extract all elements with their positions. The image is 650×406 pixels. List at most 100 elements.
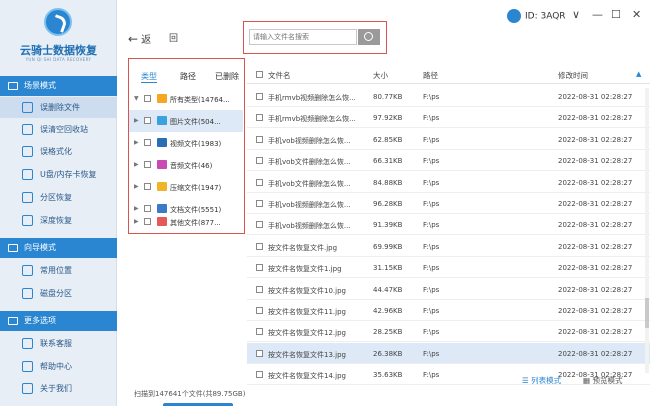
row-checkbox[interactable] xyxy=(256,157,263,165)
table-row[interactable]: 手机vob文件删除怎么恢... 66.31KB F:\ps 2022-08-31 02… xyxy=(247,150,650,172)
sidebar-item-deleted-files[interactable]: 误删除文件 xyxy=(0,97,117,118)
preview-mode-button[interactable]: ▦ 预览模式 xyxy=(583,375,622,386)
expand-icon[interactable]: ▶ xyxy=(134,218,139,225)
row-checkbox[interactable] xyxy=(256,371,263,379)
row-checkbox[interactable] xyxy=(256,285,263,293)
back-button[interactable]: ← 返 xyxy=(128,31,151,46)
tree-item-images[interactable]: ▶ 图片文件(504... xyxy=(129,110,243,132)
expand-icon[interactable]: ▶ xyxy=(134,183,139,190)
back-arrow-icon: ← xyxy=(128,32,139,46)
home-button[interactable]: 回 xyxy=(169,31,178,44)
file-size: 26.38KB xyxy=(373,349,403,358)
row-checkbox[interactable] xyxy=(256,307,263,314)
tree-item-archives[interactable]: ▶ 压缩文件(1947) xyxy=(129,176,243,198)
category-tree: 类型 路径 已删除 ▼ 所有类型(14764... ▶ 图片文件(504... ▶ 视… xyxy=(128,58,245,234)
file-path: F:\ps xyxy=(423,135,440,144)
table-row[interactable]: 按文件名恢复文件.jpg 69.99KB F:\ps 2022-08-31 02:28… xyxy=(247,236,650,257)
checkbox[interactable] xyxy=(144,218,151,225)
sidebar-item-about[interactable]: 关于我们 xyxy=(0,378,117,399)
file-modified-time: 2022-08-31 02:28:27 xyxy=(558,285,633,294)
tab-type[interactable]: 类型 xyxy=(141,71,157,83)
row-checkbox[interactable] xyxy=(256,328,263,336)
checkbox[interactable] xyxy=(144,161,151,168)
tree-item-videos[interactable]: ▶ 视频文件(1983) xyxy=(129,132,243,154)
expand-icon[interactable]: ▶ xyxy=(134,161,139,168)
section-header-scene: 场景模式 xyxy=(0,76,117,96)
row-checkbox[interactable] xyxy=(256,349,263,357)
file-path: F:\ps xyxy=(423,157,440,166)
file-size: 91.39KB xyxy=(373,221,403,230)
file-path: F:\ps xyxy=(423,114,440,123)
expand-icon[interactable]: ▶ xyxy=(134,139,139,146)
table-row[interactable]: 手机vob文件删除怎么恢... 84.88KB F:\ps 2022-08-31 02… xyxy=(247,172,650,193)
table-row[interactable]: 手机rmvb视频删除怎么恢... 80.77KB F:\ps 2022-08-31 0… xyxy=(247,86,650,107)
list-mode-button[interactable]: ☰ 列表模式 xyxy=(522,375,561,386)
row-checkbox[interactable] xyxy=(256,178,263,186)
checkbox[interactable] xyxy=(144,117,151,124)
column-header-time[interactable]: 修改时间 xyxy=(558,70,588,81)
folder-icon xyxy=(157,94,167,103)
row-checkbox[interactable] xyxy=(256,200,263,207)
file-path: F:\ps xyxy=(423,371,440,380)
file-size: 42.96KB xyxy=(373,307,403,315)
maximize-icon[interactable]: ☐ xyxy=(611,8,621,21)
table-row[interactable]: 手机vob视频删除怎么恢... 62.85KB F:\ps 2022-08-31 02… xyxy=(247,129,650,150)
file-name: 按文件名恢复文件1.jpg xyxy=(268,265,342,274)
select-all-checkbox[interactable] xyxy=(256,71,263,78)
file-modified-time: 2022-08-31 02:28:27 xyxy=(558,349,633,358)
scrollbar[interactable] xyxy=(645,88,649,373)
table-row[interactable]: 手机vob视频删除怎么恢... 96.28KB F:\ps 2022-08-31 02… xyxy=(247,193,650,214)
sidebar-item-deep-scan[interactable]: 深度恢复 xyxy=(0,210,117,231)
column-header-size[interactable]: 大小 xyxy=(373,70,388,81)
sidebar-item-help[interactable]: 帮助中心 xyxy=(0,356,117,377)
checkbox[interactable] xyxy=(144,139,151,146)
table-row[interactable]: 手机rmvb视频删除怎么恢... 97.92KB F:\ps 2022-08-31 0… xyxy=(247,107,650,129)
user-id[interactable]: ID: 3AQR xyxy=(507,9,566,23)
row-checkbox[interactable] xyxy=(256,242,263,250)
row-checkbox[interactable] xyxy=(256,114,263,122)
checkbox[interactable] xyxy=(144,183,151,190)
sidebar-item-usb[interactable]: U盘/内存卡恢复 xyxy=(0,164,117,185)
info-icon xyxy=(22,383,33,394)
row-checkbox[interactable] xyxy=(256,221,263,229)
table-row[interactable]: 按文件名恢复文件1.jpg 31.15KB F:\ps 2022-08-31 02:2… xyxy=(247,257,650,279)
column-header-name[interactable]: 文件名 xyxy=(268,70,291,81)
scrollbar-thumb[interactable] xyxy=(645,298,649,328)
close-icon[interactable]: ✕ xyxy=(632,8,641,21)
tree-item-all[interactable]: ▼ 所有类型(14764... xyxy=(129,88,243,110)
table-row[interactable]: 按文件名恢复文件11.jpg 42.96KB F:\ps 2022-08-31 02:… xyxy=(247,300,650,321)
minimize-icon[interactable]: — xyxy=(592,8,603,21)
avatar xyxy=(507,9,521,23)
expand-icon[interactable]: ▼ xyxy=(134,95,139,102)
row-checkbox[interactable] xyxy=(256,135,263,143)
file-name: 按文件名恢复文件11.jpg xyxy=(268,308,346,316)
dropdown-icon[interactable]: ∨ xyxy=(572,8,580,21)
tab-deleted[interactable]: 已删除 xyxy=(215,71,239,82)
sidebar-item-common-location[interactable]: 常用位置 xyxy=(0,260,117,281)
sidebar-item-support[interactable]: 联系客服 xyxy=(0,333,117,354)
sort-asc-icon[interactable]: ▲ xyxy=(636,70,641,78)
table-row[interactable]: 按文件名恢复文件12.jpg 28.25KB F:\ps 2022-08-31 02:… xyxy=(247,321,650,343)
file-name: 手机vob视频删除怎么恢... xyxy=(268,136,351,145)
row-checkbox[interactable] xyxy=(256,93,263,100)
table-row[interactable]: 按文件名恢复文件13.jpg 26.38KB F:\ps 2022-08-31 02:… xyxy=(247,342,650,364)
column-header-path[interactable]: 路径 xyxy=(423,70,438,81)
sidebar-item-format[interactable]: 误格式化 xyxy=(0,141,117,162)
search-input[interactable] xyxy=(249,29,357,45)
tree-item-audio[interactable]: ▶ 音频文件(46) xyxy=(129,154,243,176)
expand-icon[interactable]: ▶ xyxy=(134,117,139,124)
support-icon xyxy=(22,338,33,349)
checkbox[interactable] xyxy=(144,95,151,102)
row-checkbox[interactable] xyxy=(256,264,263,272)
table-row[interactable]: 手机vob视频删除怎么恢... 91.39KB F:\ps 2022-08-31 02… xyxy=(247,214,650,236)
sidebar-item-disk-partition[interactable]: 磁盘分区 xyxy=(0,283,117,304)
search-icon[interactable] xyxy=(358,29,380,45)
tab-path[interactable]: 路径 xyxy=(180,71,196,82)
sidebar-item-recycle-bin[interactable]: 误清空回收站 xyxy=(0,119,117,140)
audio-file-icon xyxy=(157,160,167,169)
file-modified-time: 2022-08-31 02:28:27 xyxy=(558,114,633,123)
file-size: 44.47KB xyxy=(373,285,403,294)
table-row[interactable]: 按文件名恢复文件10.jpg 44.47KB F:\ps 2022-08-31 02:… xyxy=(247,279,650,300)
sidebar-item-partition[interactable]: 分区恢复 xyxy=(0,187,117,208)
tree-item-other[interactable]: ▶ 其他文件(877... xyxy=(129,211,243,233)
